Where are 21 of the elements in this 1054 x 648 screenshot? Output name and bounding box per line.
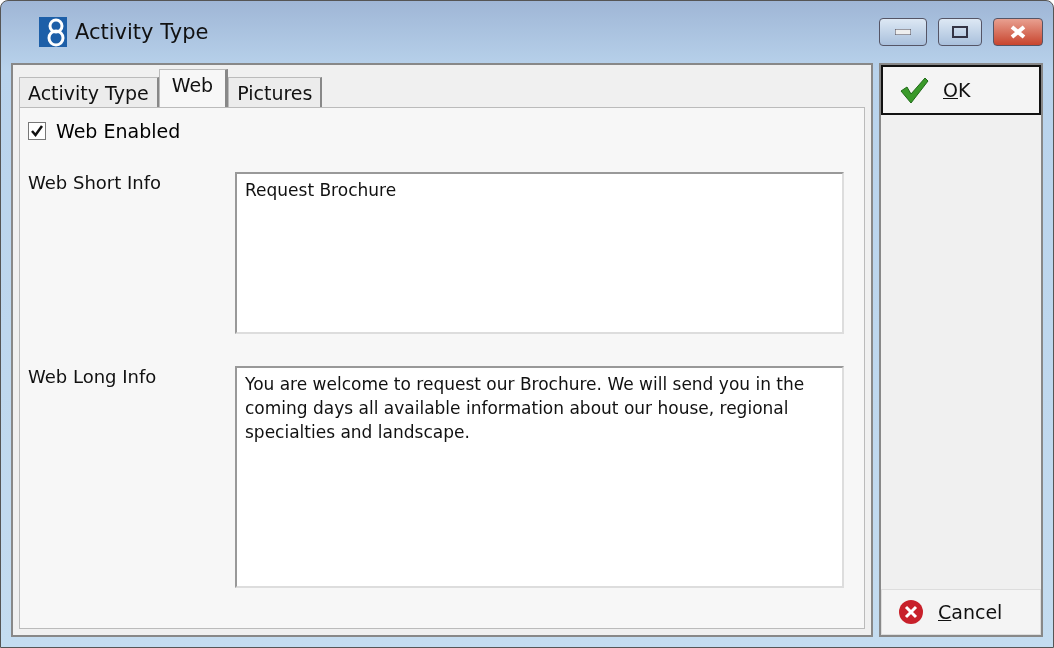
minimize-icon: [895, 29, 911, 35]
app-logo-icon: [39, 17, 67, 47]
text-area[interactable]: You are welcome to request our Brochure. We will send you in the coming days all available information about our house, regional specialties and landscape.: [235, 366, 844, 588]
checkmark-icon: [899, 76, 929, 104]
close-icon: [898, 599, 924, 625]
tab[interactable]: Pictures: [228, 77, 323, 107]
tab[interactable]: Web: [158, 69, 229, 108]
maximize-button[interactable]: [938, 18, 982, 46]
tab[interactable]: Activity Type: [19, 77, 159, 107]
ok-button[interactable]: OK: [881, 65, 1041, 115]
maximize-icon: [952, 26, 968, 38]
cancel-button[interactable]: Cancel: [881, 589, 1041, 635]
window-title: Activity Type: [75, 20, 210, 44]
close-icon: [1009, 25, 1027, 39]
field-label: Web Short Info: [28, 172, 163, 195]
field-label: Web Long Info: [28, 366, 158, 389]
text-area[interactable]: Request Brochure: [235, 172, 844, 334]
checkbox[interactable]: [28, 122, 46, 140]
checkbox-label: Web Enabled: [56, 120, 181, 142]
minimize-button[interactable]: [879, 18, 927, 46]
close-button[interactable]: [993, 18, 1043, 46]
